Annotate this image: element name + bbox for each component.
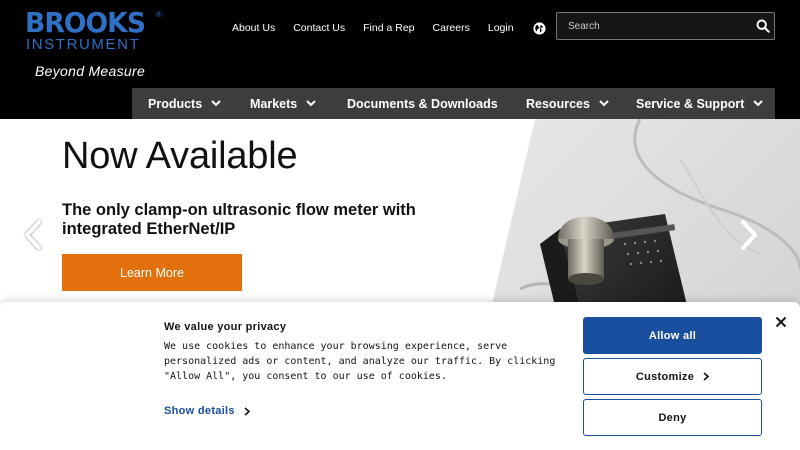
- brooks-logo[interactable]: BROOKS ® INSTRUMENT Beyond Measure: [25, 8, 165, 80]
- chevron-down-icon: [211, 100, 221, 107]
- nav-item-label: Service & Support: [636, 96, 745, 111]
- chevron-down-icon: [599, 100, 609, 107]
- hero-title: Now Available: [62, 135, 298, 177]
- logo-tagline: Beyond Measure: [35, 63, 146, 79]
- top-link-contact-us[interactable]: Contact Us: [293, 22, 345, 34]
- chevron-left-icon[interactable]: [22, 219, 44, 251]
- chevron-right-icon[interactable]: [738, 219, 760, 251]
- chevron-right-icon: [703, 372, 710, 381]
- nav-item-label: Products: [148, 96, 203, 111]
- globe-icon[interactable]: [532, 21, 546, 35]
- site-header: BROOKS ® INSTRUMENT Beyond Measure About…: [0, 0, 800, 119]
- customize-label: Customize: [635, 370, 695, 383]
- search-input[interactable]: [557, 13, 747, 39]
- nav-item-label: Documents & Downloads: [347, 96, 498, 111]
- cookie-title: We value your privacy: [164, 321, 287, 333]
- nav-item-label: Markets: [250, 96, 298, 111]
- learn-more-button[interactable]: Learn More: [62, 254, 242, 291]
- utility-nav: About Us Contact Us Find a Rep Careers L…: [232, 21, 546, 35]
- logo-registered-mark: ®: [156, 10, 162, 19]
- nav-item-markets[interactable]: Markets: [250, 88, 316, 119]
- deny-button[interactable]: Deny: [583, 399, 762, 436]
- search-icon[interactable]: [756, 19, 770, 33]
- logo-brand-text: BROOKS: [25, 6, 146, 39]
- search-box: [556, 12, 775, 40]
- chevron-right-icon: [244, 406, 250, 416]
- nav-item-products[interactable]: Products: [148, 88, 221, 119]
- main-nav: Products Markets Documents & Downloads R…: [132, 88, 775, 119]
- allow-all-button[interactable]: Allow all: [583, 317, 762, 354]
- chevron-down-icon: [306, 100, 316, 107]
- top-link-login[interactable]: Login: [488, 22, 514, 34]
- hero-subtitle: The only clamp-on ultrasonic flow meter …: [62, 201, 416, 238]
- top-link-about-us[interactable]: About Us: [232, 22, 275, 34]
- close-icon[interactable]: [775, 316, 787, 328]
- cookie-description: We use cookies to enhance your browsing …: [164, 341, 556, 382]
- cookie-consent-banner: We value your privacy We use cookies to …: [0, 302, 800, 450]
- nav-item-resources[interactable]: Resources: [526, 88, 609, 119]
- nav-item-documents-downloads[interactable]: Documents & Downloads: [347, 88, 498, 119]
- top-link-careers[interactable]: Careers: [433, 22, 470, 34]
- nav-item-service-support[interactable]: Service & Support: [636, 88, 764, 119]
- customize-button[interactable]: Customize: [583, 358, 762, 395]
- top-link-find-a-rep[interactable]: Find a Rep: [363, 22, 414, 34]
- logo-sub-text: INSTRUMENT: [26, 36, 141, 53]
- chevron-down-icon: [753, 100, 764, 107]
- show-details-label: Show details: [164, 405, 235, 417]
- nav-item-label: Resources: [526, 96, 590, 111]
- show-details-link[interactable]: Show details: [164, 405, 250, 417]
